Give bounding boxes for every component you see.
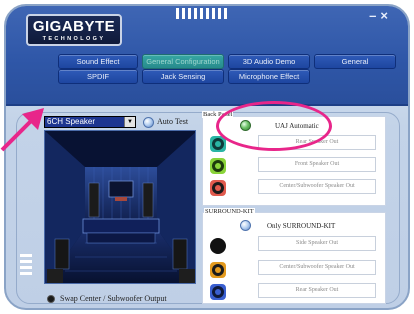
minimize-icon[interactable]: –	[369, 8, 376, 23]
side-speaker-out-box[interactable]: Side Speaker Out	[258, 236, 376, 251]
annotation-arrow-icon	[0, 108, 44, 152]
tab-sound-effect[interactable]: Sound Effect	[58, 54, 138, 69]
swap-center-subwoofer-label: Swap Center / Subwoofer Output	[60, 294, 167, 303]
only-surround-kit-radio[interactable]	[240, 220, 251, 231]
surround-kit-caption: SURROUND-KIT	[204, 208, 255, 215]
surround-center-subwoofer-jack-icon[interactable]	[210, 262, 226, 278]
swap-center-subwoofer-radio[interactable]	[47, 295, 55, 303]
speaker-config-value: 6CH Speaker	[45, 117, 125, 127]
highlight-ellipse	[216, 101, 332, 151]
tab-general-configuration[interactable]: General Configuration	[142, 54, 224, 69]
tab-microphone-effect[interactable]: Microphone Effect	[228, 69, 310, 84]
room-scene-image	[45, 131, 195, 283]
surround-rear-jack-icon[interactable]	[210, 284, 226, 300]
speaker-config-select[interactable]: 6CH Speaker ▼	[44, 116, 136, 128]
center-subwoofer-out-box[interactable]: Center/Subwoofer Speaker Out	[258, 179, 376, 194]
auto-test-label: Auto Test	[157, 117, 189, 126]
surround-center-subwoofer-out-box[interactable]: Center/Subwoofer Speaker Out	[258, 260, 376, 275]
front-jack-icon[interactable]	[210, 158, 226, 174]
front-speaker-out-box[interactable]: Front Speaker Out	[258, 157, 376, 172]
side-grip-icon[interactable]	[20, 254, 32, 275]
drag-grip-icon[interactable]	[176, 8, 227, 19]
surround-rear-speaker-out-box[interactable]: Rear Speaker Out	[258, 283, 376, 298]
tab-jack-sensing[interactable]: Jack Sensing	[142, 69, 224, 84]
logo-sub-text: TECHNOLOGY	[42, 36, 106, 42]
chevron-down-icon[interactable]: ▼	[124, 117, 135, 127]
auto-test-radio[interactable]	[143, 117, 154, 128]
speaker-room-illustration	[44, 130, 196, 284]
tab-3d-audio-demo[interactable]: 3D Audio Demo	[228, 54, 310, 69]
only-surround-kit-label: Only SURROUND-KIT	[267, 222, 336, 230]
logo-main-text: GIGABYTE	[32, 18, 116, 35]
center-subwoofer-jack-icon[interactable]	[210, 180, 226, 196]
gigabyte-logo: GIGABYTE TECHNOLOGY	[26, 14, 122, 46]
window-controls: – ×	[369, 8, 388, 23]
side-jack-icon[interactable]	[210, 238, 226, 254]
tab-general[interactable]: General	[314, 54, 396, 69]
tab-spdif[interactable]: SPDIF	[58, 69, 138, 84]
close-icon[interactable]: ×	[380, 8, 388, 23]
